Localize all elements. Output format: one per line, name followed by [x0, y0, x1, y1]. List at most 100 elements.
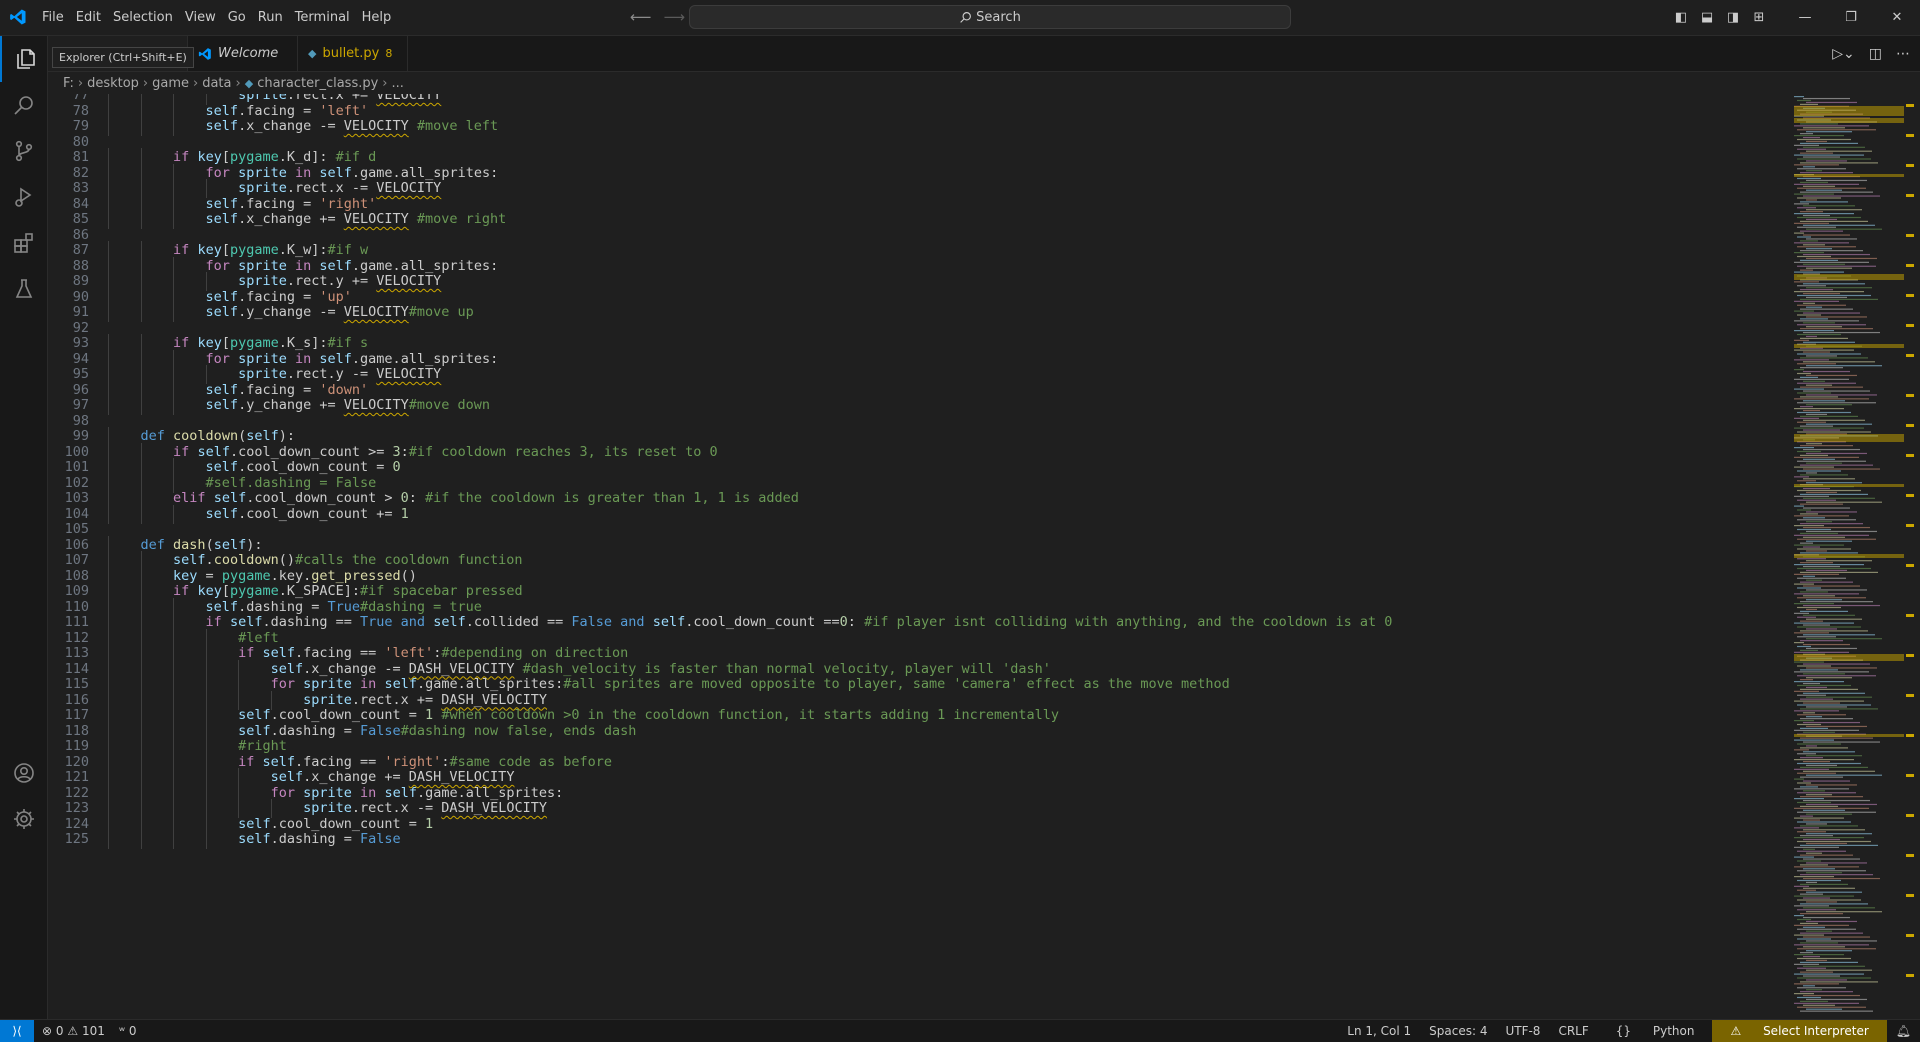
source-control-icon[interactable]: [0, 128, 47, 174]
minimap-line: [1800, 562, 1833, 564]
menu-item-go[interactable]: Go: [222, 0, 252, 35]
minimap-line: [1800, 552, 1858, 554]
explorer-tooltip: Explorer (Ctrl+Shift+E): [52, 47, 194, 68]
minimap-line: [1800, 181, 1828, 183]
code-editor[interactable]: 77 sprite.rect.x += VELOCITY 78 self.facing…: [48, 94, 1790, 1018]
manage-gear-icon[interactable]: [0, 796, 47, 842]
minimap-line: [1800, 328, 1873, 330]
minimap-line: [1800, 142, 1858, 144]
minimap-line: [1800, 708, 1878, 710]
minimap-line: [1797, 821, 1851, 823]
breadcrumb-file[interactable]: character_class.py: [257, 76, 378, 91]
minimap-line: [1803, 887, 1855, 889]
minimap-line: [1800, 718, 1853, 720]
minimap-line: [1797, 548, 1851, 550]
minimap-line: [1800, 513, 1818, 515]
minimap-line: [1794, 310, 1814, 312]
notifications-bell-icon[interactable]: 🔔︎: [1887, 1024, 1920, 1038]
code-line[interactable]: 125 self.dashing = False: [48, 830, 1790, 849]
breadcrumb-folder-data[interactable]: data: [202, 76, 231, 91]
minimap-line: [1803, 936, 1870, 938]
customize-layout-icon[interactable]: ⊞: [1746, 10, 1772, 25]
minimap-line: [1794, 876, 1834, 878]
minimap-line: [1803, 409, 1820, 412]
testing-flask-icon[interactable]: [0, 266, 47, 312]
minimap-line: [1794, 798, 1824, 800]
minimap-line: [1797, 421, 1826, 423]
run-debug-icon[interactable]: [0, 174, 47, 220]
minimap-line: [1806, 394, 1877, 396]
minimap-line: [1806, 784, 1857, 786]
command-center-search[interactable]: Search: [689, 5, 1291, 29]
minimap-line: [1797, 411, 1851, 414]
menu-item-help[interactable]: Help: [356, 0, 398, 35]
end-of-line[interactable]: CRLF: [1549, 1024, 1597, 1038]
accounts-icon[interactable]: [0, 750, 47, 796]
split-editor-icon[interactable]: ◫: [1869, 46, 1882, 62]
search-view-icon[interactable]: [0, 82, 47, 128]
language-mode[interactable]: {} Python: [1598, 1024, 1713, 1038]
indentation[interactable]: Spaces: 4: [1420, 1024, 1496, 1038]
back-arrow-icon[interactable]: ⟵: [630, 8, 652, 26]
toggle-primary-sidebar-icon[interactable]: ◧: [1668, 10, 1694, 25]
encoding[interactable]: UTF-8: [1496, 1024, 1549, 1038]
forward-arrow-icon[interactable]: ⟶: [664, 8, 686, 26]
minimap-line: [1803, 361, 1875, 363]
minimap-line: [1797, 392, 1831, 394]
breadcrumb-folder-game[interactable]: game: [152, 76, 189, 91]
minimap-line: [1794, 125, 1869, 127]
ports-indicator[interactable]: ʷ 0: [119, 1024, 137, 1038]
breadcrumb-symbols[interactable]: ...: [392, 76, 404, 91]
minimap-line: [1803, 585, 1860, 587]
menu-item-view[interactable]: View: [179, 0, 222, 35]
minimap-warning-highlight: [1794, 554, 1904, 558]
minimap[interactable]: [1790, 94, 1920, 1018]
minimap-line: [1800, 874, 1873, 876]
breadcrumb-drive[interactable]: F:: [63, 76, 74, 91]
more-actions-icon[interactable]: ⋯: [1896, 46, 1910, 62]
menu-item-selection[interactable]: Selection: [107, 0, 179, 35]
menu-item-file[interactable]: File: [36, 0, 70, 35]
vertical-scrollbar[interactable]: [1904, 94, 1918, 1018]
explorer-icon[interactable]: [0, 36, 49, 82]
menu-item-run[interactable]: Run: [252, 0, 289, 35]
select-interpreter-button[interactable]: ⚠ Select Interpreter: [1712, 1020, 1887, 1042]
minimap-warning-highlight: [1794, 484, 1904, 487]
minimap-line: [1794, 632, 1829, 634]
extensions-icon[interactable]: [0, 220, 47, 266]
minimap-line: [1794, 242, 1849, 244]
menu-item-terminal[interactable]: Terminal: [289, 0, 356, 35]
interpreter-label: Select Interpreter: [1763, 1024, 1869, 1038]
minimap-line: [1800, 942, 1838, 944]
minimap-line: [1803, 497, 1875, 499]
minimap-warning-highlight: [1794, 274, 1904, 280]
minimap-line: [1800, 493, 1868, 495]
minimap-line: [1806, 511, 1857, 513]
minimize-button[interactable]: —: [1782, 10, 1828, 25]
minimap-line: [1800, 1000, 1828, 1002]
minimap-line: [1800, 152, 1833, 154]
menu-item-edit[interactable]: Edit: [70, 0, 107, 35]
tab-welcome[interactable]: Welcome: [188, 36, 298, 71]
run-python-file-icon[interactable]: ▷⌄: [1832, 46, 1855, 62]
breadcrumb-folder-desktop[interactable]: desktop: [87, 76, 139, 91]
minimap-line: [1800, 630, 1868, 632]
toggle-panel-icon[interactable]: ⬓: [1694, 10, 1720, 25]
minimap-line: [1797, 860, 1821, 862]
minimap-line: [1806, 833, 1872, 835]
problems-indicator[interactable]: ⊗ 0 ⚠ 101: [42, 1024, 105, 1038]
minimap-line: [1794, 905, 1829, 907]
minimap-line: [1797, 977, 1871, 979]
close-window-button[interactable]: ✕: [1874, 10, 1920, 25]
minimap-line: [1803, 156, 1840, 158]
minimap-line: [1797, 558, 1826, 560]
cursor-position[interactable]: Ln 1, Col 1: [1338, 1024, 1420, 1038]
minimap-line: [1803, 263, 1845, 265]
toggle-secondary-sidebar-icon[interactable]: ◨: [1720, 10, 1746, 25]
minimap-line: [1800, 1010, 1873, 1012]
minimap-line: [1797, 129, 1876, 131]
restore-button[interactable]: ❐: [1828, 10, 1874, 25]
remote-indicator-icon[interactable]: ⟩⟨: [0, 1020, 34, 1042]
tab-bullet[interactable]: ◆ bullet.py 8: [298, 36, 408, 71]
minimap-line: [1797, 538, 1876, 540]
